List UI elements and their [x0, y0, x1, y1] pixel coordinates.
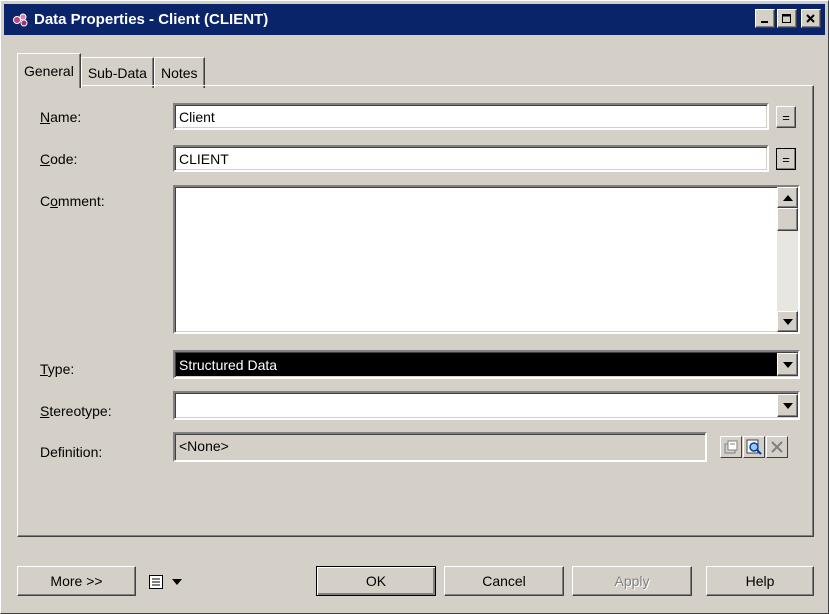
property-sheet-menu-icon: [149, 575, 163, 589]
search-icon: [746, 439, 762, 455]
code-value: CLIENT: [179, 150, 229, 167]
tab-sub-data-label: Sub-Data: [87, 65, 147, 81]
chevron-down-icon: [782, 402, 793, 409]
scroll-up-button[interactable]: [777, 187, 798, 208]
clear-icon: [771, 441, 783, 453]
definition-properties-button[interactable]: [720, 436, 742, 458]
cancel-button[interactable]: Cancel: [444, 566, 564, 596]
help-button[interactable]: Help: [706, 566, 814, 596]
more-button[interactable]: More >>: [17, 566, 136, 596]
tab-general[interactable]: General: [17, 53, 81, 88]
definition-field[interactable]: <None>: [173, 432, 707, 462]
code-equal-button[interactable]: =: [776, 148, 796, 170]
definition-label: Definition:: [40, 444, 103, 460]
tab-general-label: General: [24, 63, 74, 79]
maximize-button[interactable]: [777, 9, 797, 28]
minimize-icon: [761, 20, 768, 23]
comment-scrollbar[interactable]: [777, 187, 798, 332]
code-field[interactable]: CLIENT: [173, 145, 769, 172]
name-field[interactable]: Client: [173, 103, 769, 130]
scroll-thumb[interactable]: [777, 208, 798, 231]
chevron-down-icon: [172, 579, 182, 585]
close-icon: [806, 13, 815, 23]
apply-button[interactable]: Apply: [572, 566, 692, 596]
name-label: Name:: [40, 109, 82, 125]
type-select[interactable]: Structured Data: [173, 350, 800, 379]
close-button[interactable]: [801, 9, 821, 28]
name-equal-button[interactable]: =: [776, 106, 796, 128]
stereotype-dropdown-button[interactable]: [777, 394, 798, 417]
data-entity-icon: [13, 13, 28, 26]
tab-strip: General Sub-Data Notes: [17, 53, 205, 88]
scroll-down-button[interactable]: [777, 311, 798, 332]
name-value: Client: [179, 108, 215, 125]
stereotype-select[interactable]: [173, 391, 800, 420]
definition-value: <None>: [179, 438, 229, 454]
tab-sub-data[interactable]: Sub-Data: [80, 57, 154, 88]
property-sheet-menu-button[interactable]: [148, 571, 198, 593]
tab-notes[interactable]: Notes: [153, 57, 205, 88]
type-label: Type:: [40, 361, 75, 377]
title-bar: Data Properties - Client (CLIENT): [4, 4, 825, 35]
data-properties-dialog: Data Properties - Client (CLIENT) Genera…: [0, 0, 829, 614]
ok-button[interactable]: OK: [316, 566, 436, 596]
code-label: Code:: [40, 151, 78, 167]
stereotype-label: Stereotype:: [40, 403, 112, 419]
type-dropdown-button[interactable]: [777, 353, 798, 376]
minimize-button[interactable]: [755, 9, 775, 28]
tab-notes-label: Notes: [160, 65, 198, 81]
window-title: Data Properties - Client (CLIENT): [34, 11, 269, 28]
comment-textarea[interactable]: [173, 185, 800, 334]
definition-clear-button[interactable]: [766, 436, 788, 458]
properties-icon: [724, 440, 738, 454]
chevron-down-icon: [782, 361, 793, 368]
definition-search-button[interactable]: [743, 436, 765, 458]
type-value: Structured Data: [179, 356, 278, 373]
comment-label: Comment:: [40, 193, 105, 209]
maximize-icon: [782, 13, 791, 23]
